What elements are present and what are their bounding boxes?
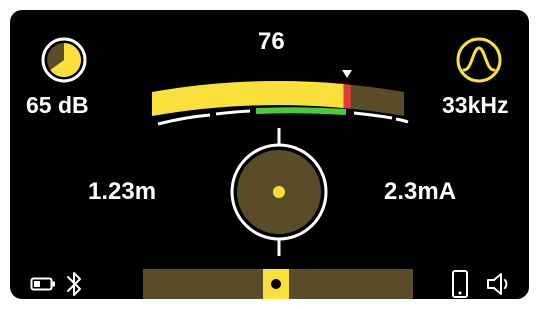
target-dot — [273, 186, 285, 198]
gain-pointer-marker — [342, 69, 353, 78]
volume-dial-icon[interactable] — [40, 36, 88, 84]
phone-icon[interactable] — [451, 269, 469, 299]
frequency-peak-icon[interactable] — [455, 36, 503, 84]
frequency-value: 33kHz — [442, 92, 509, 118]
device-screen: 65 dB 33kHz 76 1.23m 2.3mA — [10, 10, 529, 299]
current-value: 2.3mA — [384, 178, 457, 205]
volume-value: 65 dB — [26, 92, 89, 118]
signal-position-bar — [143, 269, 413, 299]
gain-meter — [152, 69, 409, 126]
speaker-icon[interactable] — [485, 271, 513, 297]
gain-meter-red-marker — [343, 83, 351, 109]
signal-position-marker — [262, 269, 289, 299]
battery-icon — [30, 277, 55, 291]
depth-value: 1.23m — [88, 178, 157, 205]
locate-target — [230, 128, 328, 256]
gain-value: 76 — [258, 28, 285, 55]
green-zone — [255, 107, 347, 115]
bluetooth-icon — [67, 272, 81, 296]
signal-marker-dot — [270, 279, 281, 289]
